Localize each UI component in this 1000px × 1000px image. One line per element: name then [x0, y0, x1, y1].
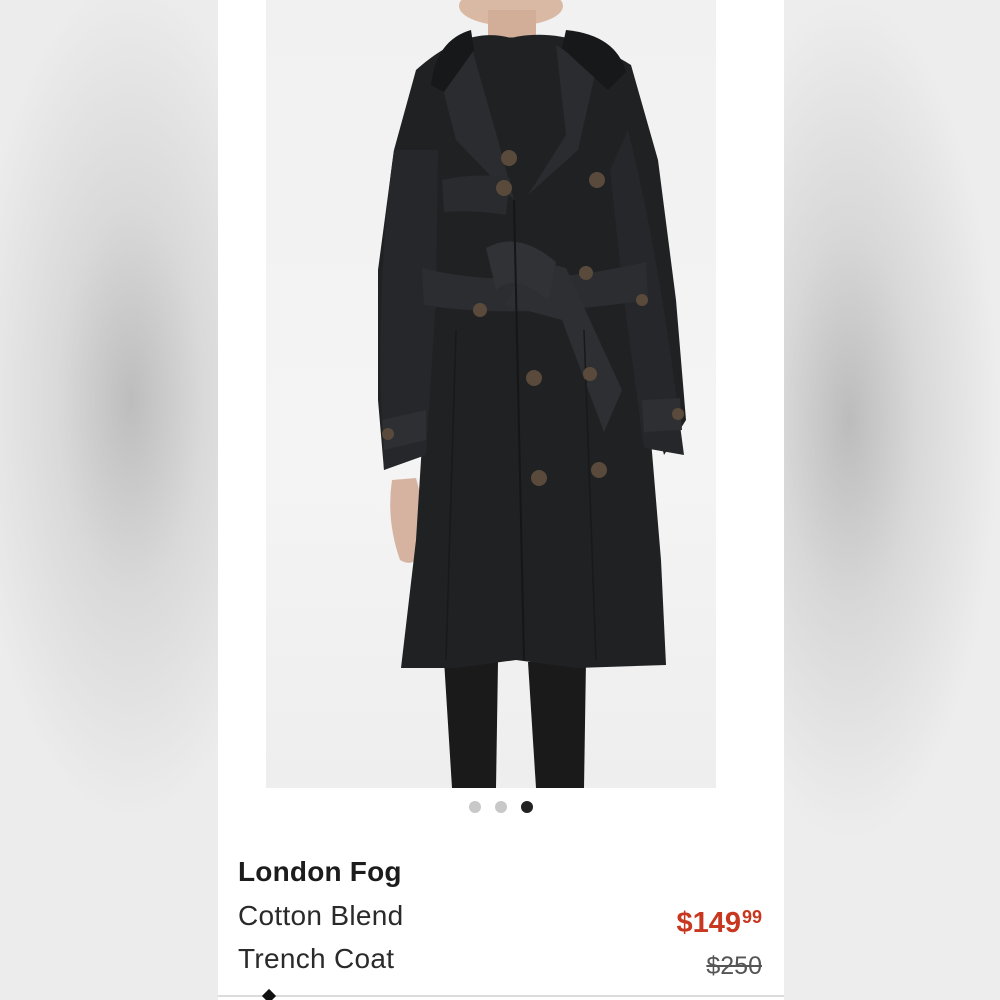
blurred-backdrop-left [0, 0, 218, 1000]
sale-price: $149 99 [676, 906, 762, 940]
trench-coat-illustration [378, 0, 686, 788]
carousel-dot-1[interactable] [469, 801, 481, 813]
carousel-dot-3-active[interactable] [521, 801, 533, 813]
product-image[interactable] [266, 0, 716, 788]
product-title-line-1[interactable]: Cotton Blend [238, 900, 404, 932]
sale-price-dollars: $149 [676, 907, 741, 939]
product-brand[interactable]: London Fog [238, 856, 402, 888]
product-title-line-2[interactable]: Trench Coat [238, 943, 394, 975]
bottom-pointer-icon [261, 988, 277, 1000]
product-card[interactable]: London Fog Cotton Blend Trench Coat $149… [218, 0, 784, 1000]
trousers-left [444, 660, 498, 788]
bottom-divider [218, 995, 784, 997]
blurred-backdrop-right [784, 0, 1000, 1000]
carousel-indicator[interactable] [218, 800, 784, 814]
carousel-dot-2[interactable] [495, 801, 507, 813]
sale-price-cents: 99 [741, 907, 762, 927]
trousers-right [528, 660, 586, 788]
original-price: $250 [706, 952, 762, 980]
